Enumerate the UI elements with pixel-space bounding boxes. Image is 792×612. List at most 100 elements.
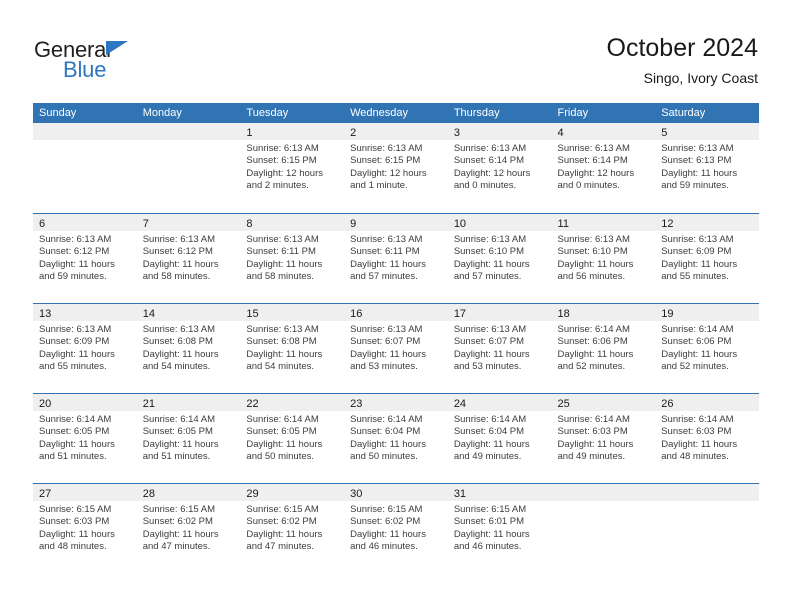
day-number-band: 26: [655, 394, 759, 411]
calendar-day-cell[interactable]: 15 Sunrise: 6:13 AM Sunset: 6:08 PM Dayligh…: [240, 304, 345, 393]
calendar-page: General Blue October 2024 Singo, Ivory C…: [0, 0, 792, 612]
calendar-day-cell[interactable]: 10 Sunrise: 6:13 AM Sunset: 6:10 PM Dayligh…: [447, 214, 552, 303]
calendar-day-cell[interactable]: 9 Sunrise: 6:13 AM Sunset: 6:11 PM Daylight…: [344, 214, 448, 303]
sunset-text: Sunset: 6:13 PM: [661, 155, 732, 167]
sunset-text: Sunset: 6:04 PM: [453, 426, 525, 438]
calendar-day-cell[interactable]: 23 Sunrise: 6:14 AM Sunset: 6:04 PM Dayligh…: [344, 394, 448, 483]
sunset-text: Sunset: 6:10 PM: [557, 246, 628, 258]
sunset-text: Sunset: 6:02 PM: [142, 516, 213, 528]
sunrise-text: Sunrise: 6:13 AM: [39, 324, 112, 335]
day-number-band: 27: [33, 484, 137, 501]
day-number-band: 12: [655, 214, 759, 231]
calendar-day-cell[interactable]: 18 Sunrise: 6:14 AM Sunset: 6:06 PM Dayligh…: [551, 304, 656, 393]
day-number: 12: [661, 218, 674, 230]
weekday-header-friday: Friday: [557, 107, 589, 119]
calendar-weeks: 1 Sunrise: 6:13 AM Sunset: 6:15 PM Daylight…: [33, 123, 759, 573]
daylight-text-line1: Daylight: 11 hours: [39, 348, 115, 360]
daylight-text-line1: Daylight: 11 hours: [350, 528, 426, 540]
sunset-text: Sunset: 6:02 PM: [350, 516, 421, 528]
calendar-week-row: 20 Sunrise: 6:14 AM Sunset: 6:05 PM Dayligh…: [33, 393, 759, 483]
calendar-day-cell[interactable]: 8 Sunrise: 6:13 AM Sunset: 6:11 PM Daylight…: [240, 214, 345, 303]
daylight-text-line2: and 53 minutes.: [350, 361, 418, 373]
daylight-text-line2: and 58 minutes.: [142, 271, 211, 283]
day-number: 21: [142, 398, 155, 410]
calendar-day-cell[interactable]: 3 Sunrise: 6:13 AM Sunset: 6:14 PM Daylight…: [447, 123, 552, 213]
calendar-day-cell[interactable]: 19 Sunrise: 6:14 AM Sunset: 6:06 PM Dayligh…: [655, 304, 759, 393]
day-number-band: 18: [551, 304, 656, 321]
day-number-band: 23: [344, 394, 448, 411]
daylight-text-line1: Daylight: 11 hours: [142, 258, 219, 270]
day-number: 3: [453, 127, 460, 139]
day-details: Sunrise: 6:15 AM Sunset: 6:01 PM Daylight:…: [448, 501, 552, 554]
calendar-day-cell[interactable]: 1 Sunrise: 6:13 AM Sunset: 6:15 PM Daylight…: [240, 123, 345, 213]
day-details: Sunrise: 6:14 AM Sunset: 6:05 PM Daylight:…: [137, 411, 241, 464]
daylight-text-line1: Daylight: 12 hours: [246, 167, 323, 179]
day-number: 8: [246, 218, 253, 230]
day-number: 7: [142, 218, 149, 230]
day-number-band: 22: [240, 394, 345, 411]
calendar-day-cell[interactable]: 5 Sunrise: 6:13 AM Sunset: 6:13 PM Daylight…: [655, 123, 759, 213]
day-number: 15: [246, 308, 259, 320]
calendar-day-cell[interactable]: 12 Sunrise: 6:13 AM Sunset: 6:09 PM Dayligh…: [655, 214, 759, 303]
sunrise-text: Sunrise: 6:15 AM: [142, 504, 216, 515]
calendar-day-cell[interactable]: 25 Sunrise: 6:14 AM Sunset: 6:03 PM Dayligh…: [551, 394, 656, 483]
daylight-text-line1: Daylight: 11 hours: [453, 258, 530, 270]
calendar-day-cell[interactable]: 30 Sunrise: 6:15 AM Sunset: 6:02 PM Dayligh…: [344, 484, 448, 573]
sunrise-text: Sunrise: 6:13 AM: [246, 234, 319, 245]
day-number: 26: [661, 398, 674, 410]
sunrise-text: Sunrise: 6:14 AM: [142, 414, 216, 425]
calendar-day-cell[interactable]: 6 Sunrise: 6:13 AM Sunset: 6:12 PM Daylight…: [33, 214, 137, 303]
calendar-day-cell[interactable]: 4 Sunrise: 6:13 AM Sunset: 6:14 PM Daylight…: [551, 123, 656, 213]
day-number-band: 16: [344, 304, 448, 321]
sunset-text: Sunset: 6:07 PM: [350, 336, 421, 348]
calendar-day-cell[interactable]: 26 Sunrise: 6:14 AM Sunset: 6:03 PM Dayligh…: [655, 394, 759, 483]
sunset-text: Sunset: 6:10 PM: [453, 246, 525, 258]
day-number-band: 25: [551, 394, 656, 411]
daylight-text-line1: Daylight: 11 hours: [557, 258, 634, 270]
day-details: Sunrise: 6:15 AM Sunset: 6:02 PM Daylight:…: [344, 501, 448, 554]
daylight-text-line2: and 49 minutes.: [557, 451, 626, 463]
daylight-text-line2: and 49 minutes.: [453, 451, 522, 463]
calendar-day-cell[interactable]: 16 Sunrise: 6:13 AM Sunset: 6:07 PM Dayligh…: [344, 304, 448, 393]
day-details: Sunrise: 6:13 AM Sunset: 6:14 PM Daylight:…: [552, 140, 656, 193]
sunset-text: Sunset: 6:03 PM: [661, 426, 732, 438]
calendar-grid: Sunday Monday Tuesday Wednesday Thursday Frid…: [33, 103, 759, 573]
calendar-day-cell[interactable]: 31 Sunrise: 6:15 AM Sunset: 6:01 PM Dayligh…: [447, 484, 552, 573]
weekday-header-tuesday: Tuesday: [246, 107, 289, 119]
calendar-day-cell[interactable]: 2 Sunrise: 6:13 AM Sunset: 6:15 PM Daylight…: [344, 123, 448, 213]
calendar-day-cell[interactable]: 22 Sunrise: 6:14 AM Sunset: 6:05 PM Dayligh…: [240, 394, 345, 483]
daylight-text-line2: and 50 minutes.: [246, 451, 315, 463]
day-number-band: [551, 484, 656, 501]
calendar-day-cell[interactable]: 7 Sunrise: 6:13 AM Sunset: 6:12 PM Daylight…: [136, 214, 241, 303]
calendar-week-row: 6 Sunrise: 6:13 AM Sunset: 6:12 PM Daylight…: [33, 213, 759, 303]
daylight-text-line1: Daylight: 11 hours: [246, 258, 323, 270]
day-number-band: 10: [447, 214, 552, 231]
day-number-band: 1: [240, 123, 345, 140]
day-number-band: 19: [655, 304, 759, 321]
day-number-band: 8: [240, 214, 345, 231]
calendar-day-cell[interactable]: 28 Sunrise: 6:15 AM Sunset: 6:02 PM Dayligh…: [136, 484, 241, 573]
daylight-text-line2: and 58 minutes.: [246, 271, 315, 283]
day-details: Sunrise: 6:13 AM Sunset: 6:10 PM Daylight:…: [448, 231, 552, 284]
calendar-day-cell[interactable]: 27 Sunrise: 6:15 AM Sunset: 6:03 PM Dayligh…: [33, 484, 137, 573]
calendar-day-cell[interactable]: 13 Sunrise: 6:13 AM Sunset: 6:09 PM Dayligh…: [33, 304, 137, 393]
blue-triangle-icon: [106, 41, 128, 55]
weekday-header-thursday: Thursday: [453, 107, 500, 119]
sunrise-text: Sunrise: 6:13 AM: [661, 143, 734, 154]
calendar-day-cell[interactable]: 29 Sunrise: 6:15 AM Sunset: 6:02 PM Dayligh…: [240, 484, 345, 573]
day-details: Sunrise: 6:13 AM Sunset: 6:09 PM Daylight:…: [655, 231, 759, 284]
general-blue-logo[interactable]: General Blue: [34, 38, 214, 86]
sunset-text: Sunset: 6:14 PM: [453, 155, 525, 167]
daylight-text-line1: Daylight: 11 hours: [39, 258, 115, 270]
daylight-text-line2: and 1 minute.: [350, 180, 408, 192]
calendar-day-cell[interactable]: 20 Sunrise: 6:14 AM Sunset: 6:05 PM Dayligh…: [33, 394, 137, 483]
sunrise-text: Sunrise: 6:14 AM: [453, 414, 527, 425]
calendar-day-cell[interactable]: 17 Sunrise: 6:13 AM Sunset: 6:07 PM Dayligh…: [447, 304, 552, 393]
calendar-day-cell[interactable]: 21 Sunrise: 6:14 AM Sunset: 6:05 PM Dayligh…: [136, 394, 241, 483]
calendar-day-cell[interactable]: 14 Sunrise: 6:13 AM Sunset: 6:08 PM Dayligh…: [136, 304, 241, 393]
calendar-day-cell[interactable]: 24 Sunrise: 6:14 AM Sunset: 6:04 PM Dayligh…: [447, 394, 552, 483]
sunset-text: Sunset: 6:09 PM: [39, 336, 110, 348]
day-number: 27: [39, 488, 52, 500]
calendar-day-cell[interactable]: 11 Sunrise: 6:13 AM Sunset: 6:10 PM Dayligh…: [551, 214, 656, 303]
day-details: Sunrise: 6:13 AM Sunset: 6:07 PM Daylight:…: [344, 321, 448, 374]
